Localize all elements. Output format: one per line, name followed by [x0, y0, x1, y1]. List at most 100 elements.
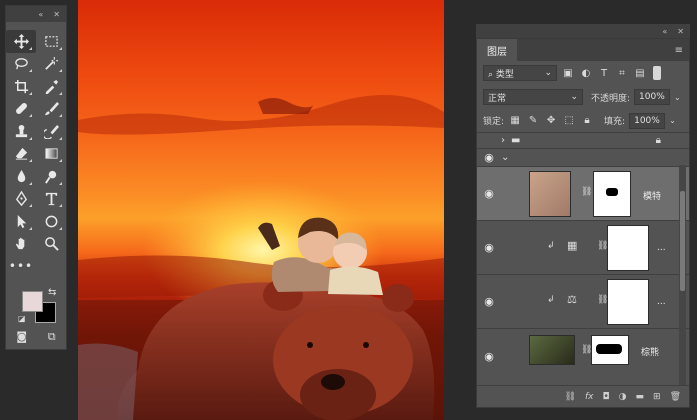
chevron-down-icon[interactable]: ⌄ [501, 152, 509, 163]
collapse-icon[interactable]: « [38, 10, 43, 19]
panel-close-icon[interactable]: ✕ [677, 27, 684, 36]
marquee-tool-icon[interactable] [36, 30, 66, 53]
lock-transparent-icon[interactable]: ▦ [508, 115, 522, 126]
visibility-eye-icon[interactable]: ◉ [477, 187, 501, 200]
filter-row: ⌕ 类型 ⌄ ▣ ◐ T ⌗ ▤ [477, 61, 689, 85]
clipping-mask-icon: ↲ [547, 295, 555, 305]
blend-mode-select[interactable]: 正常 ⌄ [483, 89, 583, 105]
lock-icon: 🔒︎ [655, 135, 661, 146]
chain-link-icon[interactable]: ⛓ [581, 187, 592, 197]
blend-row: 正常 ⌄ 不透明度: 100% ⌄ [477, 85, 689, 109]
blur-tool-icon[interactable] [6, 165, 36, 188]
panel-menu-icon[interactable]: ≡ [675, 45, 683, 56]
screen-mode-icon[interactable]: ⧉ [48, 330, 56, 344]
cloud-streak [258, 98, 313, 114]
quick-mask-icon[interactable]: ◙ [16, 330, 27, 344]
magic-wand-tool-icon[interactable] [36, 53, 66, 76]
layer-name[interactable]: 模特 [643, 189, 661, 202]
add-mask-icon[interactable]: ◘ [603, 392, 610, 402]
panel-collapse-icon[interactable]: « [662, 27, 667, 36]
swap-colors-icon[interactable]: ⇆ [48, 287, 56, 298]
lock-artboard-icon[interactable]: ⬚ [562, 115, 576, 126]
foreground-color-swatch[interactable] [22, 291, 43, 312]
gradient-tool-icon[interactable] [36, 143, 66, 166]
layers-panel-footer: ⛓ fx ◘ ◑ ▬ ⊞ 🗑︎ [477, 385, 689, 407]
new-layer-icon[interactable]: ⊞ [653, 392, 661, 402]
hand-tool-icon[interactable] [6, 233, 36, 256]
lasso-tool-icon[interactable] [6, 53, 36, 76]
close-icon[interactable]: ✕ [53, 10, 60, 19]
crop-tool-icon[interactable] [6, 75, 36, 98]
healing-brush-tool-icon[interactable] [6, 98, 36, 121]
tools-bottom-bar: ◙ ⧉ [6, 330, 66, 344]
layers-panel-titlebar: « ✕ [476, 24, 690, 38]
lock-all-icon[interactable]: 🔒︎ [580, 115, 594, 126]
layers-scrollbar[interactable] [679, 165, 686, 393]
layer-row-adjustment[interactable]: ◉ ↲ ▦ ⛓ ... [477, 221, 689, 275]
tools-panel-header: « ✕ [6, 6, 66, 22]
photoshop-window: « ✕ ••• ⇆ ◪ ◙ ⧉ « ✕ 图层 ≡ ⌕ 类型 ⌄ ▣ ◐ T ⌗ … [0, 0, 697, 420]
lock-pixels-icon[interactable]: ✎ [526, 115, 540, 126]
path-selection-tool-icon[interactable] [6, 210, 36, 233]
type-tool-icon[interactable] [36, 188, 66, 211]
visibility-eye-icon[interactable]: ◉ [477, 241, 501, 254]
new-group-icon[interactable]: ▬ [636, 392, 645, 402]
ellipse-tool-icon[interactable] [36, 210, 66, 233]
visibility-eye-icon[interactable]: ◉ [477, 295, 501, 308]
brush-tool-icon[interactable] [36, 98, 66, 121]
layer-name[interactable]: 棕熊 [641, 345, 659, 358]
default-colors-icon[interactable]: ◪ [18, 314, 26, 323]
chevron-right-icon[interactable]: › [501, 135, 505, 146]
layer-mask-thumbnail[interactable] [607, 225, 649, 271]
text-filter-icon[interactable]: T [597, 68, 611, 79]
link-icon[interactable]: ⛓ [565, 392, 576, 402]
layers-panel-header: 图层 ≡ [477, 39, 689, 61]
layer-thumbnail [529, 335, 575, 365]
filter-kind-select[interactable]: ⌕ 类型 ⌄ [483, 65, 557, 81]
filter-kind-label: 类型 [495, 69, 514, 80]
filter-toggle[interactable] [653, 66, 661, 80]
shape-filter-icon[interactable]: ⌗ [615, 68, 629, 79]
history-brush-tool-icon[interactable] [36, 120, 66, 143]
delete-icon[interactable]: 🗑︎ [670, 392, 681, 402]
layer-group-collapsed[interactable]: › ▬ 🔒︎ [477, 133, 689, 149]
fx-icon[interactable]: fx [585, 392, 594, 402]
pen-tool-icon[interactable] [6, 188, 36, 211]
eyedropper-tool-icon[interactable] [36, 75, 66, 98]
chevron-down-icon: ⌄ [570, 92, 578, 102]
layer-row-bear[interactable]: ◉ ⛓ 棕熊 [477, 329, 689, 383]
document-canvas[interactable] [78, 0, 444, 420]
smart-object-filter-icon[interactable]: ▤ [633, 68, 647, 79]
layer-mask-thumbnail[interactable] [593, 171, 631, 217]
more-tools-icon[interactable]: ••• [6, 255, 36, 278]
visibility-eye-icon[interactable]: ◉ [477, 350, 501, 363]
tab-layers[interactable]: 图层 [477, 39, 517, 61]
fill-field[interactable]: 100% [629, 112, 666, 129]
eraser-tool-icon[interactable] [6, 143, 36, 166]
layer-mask-thumbnail[interactable] [607, 279, 649, 325]
layer-row-adjustment[interactable]: ◉ ↲ ⚖ ⛓ ... [477, 275, 689, 329]
balance-scale-icon: ⚖ [567, 293, 577, 306]
adjustment-filter-icon[interactable]: ◐ [579, 68, 593, 79]
zoom-tool-icon[interactable] [36, 233, 66, 256]
lock-position-icon[interactable]: ✥ [544, 115, 558, 126]
dodge-tool-icon[interactable] [36, 165, 66, 188]
visibility-eye-icon[interactable]: ◉ [477, 151, 501, 164]
chevron-down-icon[interactable]: ⌄ [669, 116, 676, 125]
opacity-field[interactable]: 100% [634, 89, 671, 105]
new-adjustment-icon[interactable]: ◑ [619, 392, 627, 402]
image-filter-icon[interactable]: ▣ [561, 68, 575, 79]
layer-row-model[interactable]: ◉ ⛓ 模特 [477, 167, 689, 221]
chevron-down-icon[interactable]: ⌄ [674, 93, 681, 102]
opacity-label: 不透明度: [591, 93, 631, 104]
layer-group-expanded[interactable]: ◉ ⌄ [477, 149, 689, 167]
scrollbar-thumb[interactable] [680, 191, 685, 291]
color-swatches: ⇆ ◪ [18, 287, 62, 329]
fill-label: 填充: [604, 117, 626, 127]
move-tool-icon[interactable] [6, 30, 36, 53]
layer-name[interactable]: ... [657, 243, 666, 253]
layer-name[interactable]: ... [657, 297, 666, 307]
layer-mask-thumbnail[interactable] [591, 335, 629, 365]
layers-panel: 图层 ≡ ⌕ 类型 ⌄ ▣ ◐ T ⌗ ▤ 正常 ⌄ 不透明度: 100% ⌄ [476, 38, 690, 408]
clone-stamp-tool-icon[interactable] [6, 120, 36, 143]
